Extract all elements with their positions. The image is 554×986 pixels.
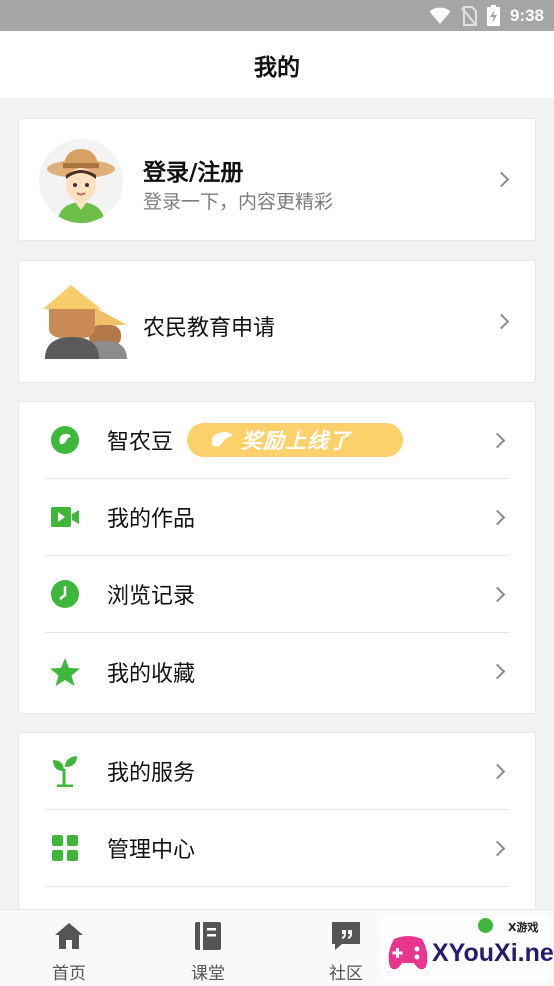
page-header: 我的 (0, 31, 554, 98)
menu-item-browse-history[interactable]: 浏览记录 (45, 556, 509, 633)
star-icon (49, 656, 81, 688)
menu-item-label: 管理中心 (107, 838, 196, 863)
menu-item-smart-beans[interactable]: 智农豆 奖励上线了 (45, 402, 509, 479)
status-time: 9:38 (509, 5, 544, 25)
no-sim-icon (461, 5, 477, 26)
grid-icon (49, 832, 81, 864)
wifi-icon (429, 7, 451, 24)
video-icon (49, 501, 81, 533)
watermark-small-text: X游戏 (508, 921, 539, 934)
farmers-illustration-icon (43, 285, 127, 359)
notification-dot (478, 918, 493, 933)
sprout-icon (49, 755, 81, 787)
bean-icon (49, 424, 81, 456)
chevron-right-icon (489, 763, 506, 779)
menu-group-primary: 智农豆 奖励上线了 我的作品 浏览记录 我的收藏 (18, 401, 536, 714)
bean-icon (211, 432, 234, 447)
farmer-education-label: 农民教育申请 (143, 316, 276, 341)
watermark: X游戏 XYouXi.net (380, 915, 554, 981)
home-icon (55, 923, 83, 949)
login-register-subtitle: 登录一下，内容更精彩 (143, 191, 334, 213)
chevron-right-icon (489, 432, 506, 448)
login-register-card[interactable]: 登录/注册 登录一下，内容更精彩 (18, 118, 536, 241)
battery-charging-icon (486, 5, 500, 26)
chevron-right-icon (493, 171, 510, 188)
menu-item-label: 浏览记录 (107, 584, 196, 609)
reward-badge-text: 奖励上线了 (241, 429, 352, 453)
chevron-right-icon (493, 313, 510, 330)
tab-classroom[interactable]: 课堂 (158, 910, 258, 986)
menu-item-label: 我的服务 (107, 761, 196, 786)
chat-quote-icon (332, 922, 360, 950)
chevron-right-icon (489, 586, 506, 602)
menu-item-label: 智农豆 (107, 430, 174, 455)
menu-item-my-works[interactable]: 我的作品 (45, 479, 509, 556)
tab-label: 首页 (52, 964, 86, 984)
chevron-right-icon (489, 840, 506, 856)
menu-item-my-services[interactable]: 我的服务 (45, 733, 509, 810)
status-bar: 9:38 (0, 0, 554, 31)
chevron-right-icon (489, 663, 506, 680)
farmer-avatar-icon (47, 149, 115, 223)
menu-group-secondary: 我的服务 管理中心 (18, 732, 536, 912)
menu-item-favorites[interactable]: 我的收藏 (45, 633, 509, 710)
menu-item-label: 我的收藏 (107, 661, 196, 687)
tab-home[interactable]: 首页 (19, 910, 119, 986)
login-register-title: 登录/注册 (143, 160, 244, 186)
tab-label: 课堂 (191, 964, 225, 984)
clock-icon (49, 578, 81, 610)
book-icon (195, 922, 221, 950)
menu-item-management-center[interactable]: 管理中心 (45, 810, 509, 887)
reward-badge[interactable]: 奖励上线了 (187, 423, 404, 457)
gamepad-logo-icon (388, 936, 428, 970)
chevron-right-icon (489, 509, 506, 525)
watermark-text: XYouXi.net (432, 939, 554, 967)
avatar (39, 139, 123, 223)
farmer-education-card[interactable]: 农民教育申请 (18, 260, 536, 383)
menu-item-label: 我的作品 (107, 507, 196, 532)
page-title: 我的 (254, 54, 300, 81)
